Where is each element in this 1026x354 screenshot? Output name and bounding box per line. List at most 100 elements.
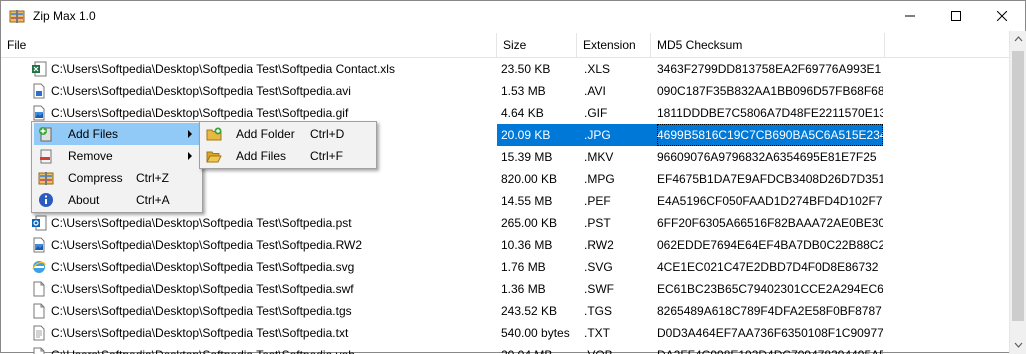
cell-md5: 4699B5816C19C7CB690BA5C6A515E234	[657, 124, 883, 146]
scroll-up-icon[interactable]	[1010, 31, 1026, 48]
cell-extension: .MKV	[584, 150, 614, 164]
cell-md5: 1811DDDBE7C5806A7D48FE2211570E13	[657, 106, 883, 120]
cell-md5: EC61BC23B65C79402301CCE2A294EC66	[657, 282, 883, 296]
maximize-button[interactable]	[933, 1, 979, 31]
cell-md5: E4A5196CF050FAAD1D274BFD4D102F78	[657, 194, 883, 208]
column-header-file[interactable]: File	[1, 33, 497, 57]
cell-file-path: C:\Users\Softpedia\Desktop\Softpedia Tes…	[51, 304, 352, 318]
cell-md5: 96609076A9796832A6354695E81E7F25	[657, 150, 877, 164]
cell-size: 23.50 KB	[501, 62, 551, 76]
cell-size: 20.09 KB	[501, 124, 581, 146]
cell-md5: EF4675B1DA7E9AFDCB3408D26D7D351	[657, 172, 883, 186]
compress-icon	[38, 172, 54, 185]
menu-item-label: Remove	[68, 149, 113, 163]
cell-extension: .SWF	[584, 282, 614, 296]
menu-item-label: Compress	[68, 171, 123, 185]
table-row[interactable]: C:\Users\Softpedia\Desktop\Softpedia Tes…	[1, 278, 1009, 300]
cell-md5: 090C187F35B832AA1BB096D57FB68F68	[657, 84, 883, 98]
cell-file-path: C:\Users\Softpedia\Desktop\Softpedia Tes…	[51, 216, 352, 230]
minimize-icon	[905, 15, 915, 17]
add-files-submenu: Add Folder Ctrl+D Add Files Ctrl+F	[199, 121, 377, 169]
cell-file-path: C:\Users\Softpedia\Desktop\Softpedia Tes…	[51, 84, 351, 98]
cell-size: 243.52 KB	[501, 304, 558, 318]
cell-size: 265.00 KB	[501, 216, 558, 230]
cell-extension: .PEF	[584, 194, 611, 208]
cell-extension: .SVG	[584, 260, 613, 274]
cell-size: 1.53 MB	[501, 84, 546, 98]
cell-size: 540.00 bytes	[501, 326, 570, 340]
cell-size: 820.00 KB	[501, 172, 558, 186]
cell-size: 15.39 MB	[501, 150, 553, 164]
menu-item-about[interactable]: About Ctrl+A	[34, 189, 200, 211]
cell-extension: .TGS	[584, 304, 613, 318]
cell-extension: .RW2	[584, 238, 614, 252]
app-window: Zip Max 1.0 File Size Extension MD5 Chec…	[0, 0, 1026, 354]
scroll-down-icon[interactable]	[1010, 336, 1026, 353]
cell-extension: .TXT	[584, 326, 610, 340]
cell-size: 1.76 MB	[501, 260, 546, 274]
cell-size: 10.36 MB	[501, 238, 553, 252]
cell-md5: 3463F2799DD813758EA2F69776A993E1	[657, 62, 882, 76]
menu-item-add-files-sub[interactable]: Add Files Ctrl+F	[202, 145, 374, 167]
context-menu: Add Files Remove Compress Ctrl+Z About C…	[31, 121, 203, 213]
menu-item-remove[interactable]: Remove	[34, 145, 200, 167]
info-icon	[39, 193, 53, 207]
table-row[interactable]: C:\Users\Softpedia\Desktop\Softpedia Tes…	[1, 58, 1009, 80]
cell-extension: .GIF	[584, 106, 608, 120]
submenu-arrow-icon	[188, 130, 192, 138]
cell-size: 14.55 MB	[501, 194, 553, 208]
minimize-button[interactable]	[887, 1, 933, 31]
open-folder-icon	[206, 151, 222, 163]
cell-extension: .JPG	[584, 124, 654, 146]
cell-md5: 8265489A618C789F4DFA2E58F0BF8787	[657, 304, 882, 318]
vertical-scrollbar[interactable]	[1009, 31, 1026, 354]
zip-archive-icon	[9, 10, 25, 23]
cell-md5: 4CE1EC021C47E2DBD7D4F0D8E86732	[657, 260, 879, 274]
column-header-size[interactable]: Size	[497, 33, 577, 57]
cell-extension: .PST	[584, 216, 611, 230]
table-row[interactable]: C:\Users\Softpedia\Desktop\Softpedia Tes…	[1, 256, 1009, 278]
cell-file-path: C:\Users\Softpedia\Desktop\Softpedia Tes…	[51, 260, 355, 274]
menu-item-label: About	[68, 193, 100, 207]
cell-extension: .MPG	[584, 172, 615, 186]
cell-extension: .AVI	[584, 84, 606, 98]
remove-icon	[40, 149, 52, 164]
menu-item-add-files[interactable]: Add Files	[34, 123, 200, 145]
cell-md5: 062EDDE7694E64EF4BA7DB0C22B88C27	[657, 238, 883, 252]
column-header-extension[interactable]: Extension	[577, 33, 651, 57]
menu-item-compress[interactable]: Compress Ctrl+Z	[34, 167, 200, 189]
close-button[interactable]	[979, 1, 1025, 31]
cell-extension: .XLS	[584, 62, 611, 76]
menu-item-shortcut: Ctrl+F	[310, 149, 343, 163]
menu-item-add-folder[interactable]: Add Folder Ctrl+D	[202, 123, 374, 145]
table-row[interactable]: C:\Users\Softpedia\Desktop\Softpedia Tes…	[1, 80, 1009, 102]
scrollbar-thumb[interactable]	[1012, 51, 1024, 321]
maximize-icon	[951, 11, 961, 21]
menu-item-shortcut: Ctrl+A	[136, 193, 170, 207]
menu-item-shortcut: Ctrl+Z	[136, 171, 169, 185]
list-header: File Size Extension MD5 Checksum	[1, 33, 1009, 58]
table-row[interactable]: C:\Users\Softpedia\Desktop\Softpedia Tes…	[1, 322, 1009, 344]
menu-item-label: Add Files	[68, 127, 119, 141]
table-row[interactable]: C:\Users\Softpedia\Desktop\Softpedia Tes…	[1, 234, 1009, 256]
cell-file-path: C:\Users\Softpedia\Desktop\Softpedia Tes…	[51, 238, 363, 252]
title-bar[interactable]: Zip Max 1.0	[1, 1, 1025, 31]
close-icon	[997, 11, 1007, 21]
menu-item-shortcut: Ctrl+D	[310, 127, 345, 141]
cell-file-path: C:\Users\Softpedia\Desktop\Softpedia Tes…	[51, 62, 395, 76]
menu-item-label: Add Files	[236, 149, 287, 163]
cell-md5: 6FF20F6305A66516F82BAAA72AE0BE30	[657, 216, 883, 230]
add-folder-icon	[206, 127, 222, 141]
add-files-icon	[39, 127, 52, 142]
window-title: Zip Max 1.0	[33, 9, 96, 23]
column-header-md5[interactable]: MD5 Checksum	[651, 33, 885, 57]
menu-item-label: Add Folder	[236, 127, 295, 141]
submenu-arrow-icon	[188, 152, 192, 160]
cell-file-path: C:\Users\Softpedia\Desktop\Softpedia Tes…	[51, 326, 349, 340]
cell-md5: D0D3A464EF7AA736F6350108F1C90977	[657, 326, 883, 340]
table-row[interactable]: C:\Users\Softpedia\Desktop\Softpedia Tes…	[1, 300, 1009, 322]
cell-file-path: C:\Users\Softpedia\Desktop\Softpedia Tes…	[51, 282, 354, 296]
table-row[interactable]: C:\Users\Softpedia\Desktop\Softpedia Tes…	[1, 212, 1009, 234]
cell-size: 4.64 KB	[501, 106, 544, 120]
cell-size: 1.36 MB	[501, 282, 546, 296]
